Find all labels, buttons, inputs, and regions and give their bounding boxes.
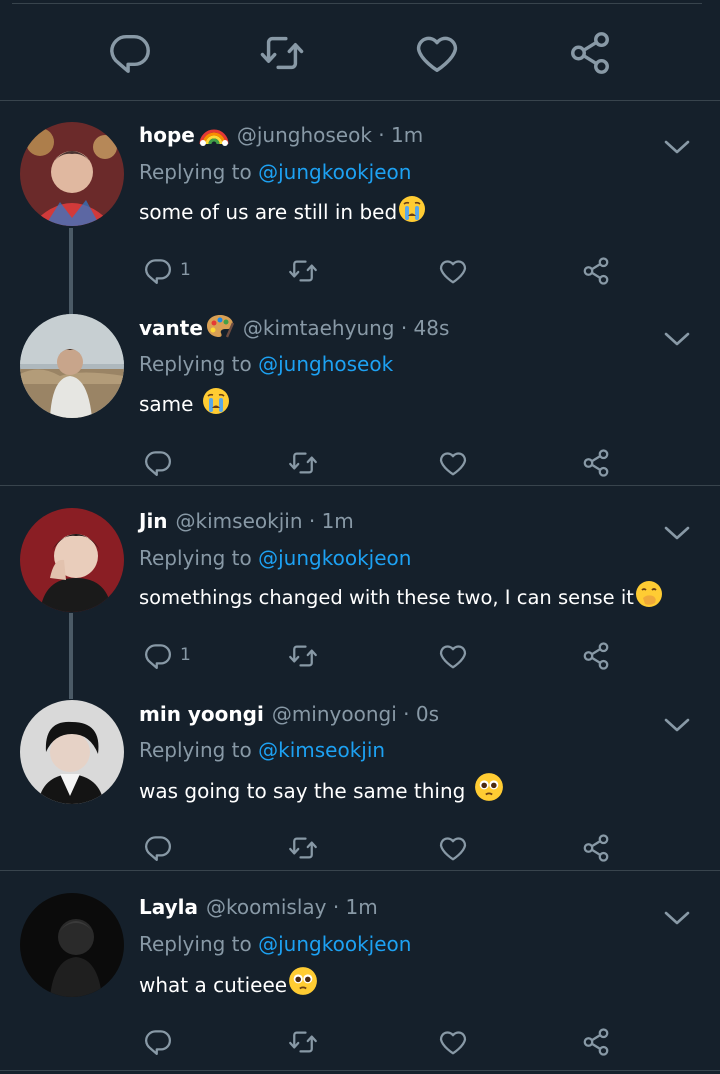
top-separator bbox=[12, 3, 702, 4]
separator bbox=[0, 1070, 720, 1071]
heart-icon[interactable] bbox=[438, 256, 468, 286]
crying-face-icon bbox=[398, 195, 426, 230]
share-icon[interactable] bbox=[567, 30, 613, 76]
hand-over-mouth-icon bbox=[635, 580, 663, 616]
replying-to: Replying to @kimseokjin bbox=[139, 736, 385, 764]
share-icon[interactable] bbox=[581, 448, 611, 478]
reply-count: 1 bbox=[180, 645, 191, 665]
retweet-icon[interactable] bbox=[288, 833, 318, 863]
heart-icon[interactable] bbox=[438, 641, 468, 671]
handle-time: @koomislay · 1m bbox=[206, 895, 378, 919]
chevron-down-icon[interactable] bbox=[662, 715, 692, 735]
thread-line bbox=[69, 613, 73, 699]
heart-icon[interactable] bbox=[438, 833, 468, 863]
replying-prefix: Replying to bbox=[139, 546, 259, 570]
handle-time: @kimseokjin · 1m bbox=[175, 509, 354, 533]
replying-prefix: Replying to bbox=[139, 932, 259, 956]
share-icon[interactable] bbox=[581, 833, 611, 863]
tweet-text-content: somethings changed with these two, I can… bbox=[139, 586, 634, 609]
tweet-text: same bbox=[139, 387, 230, 422]
tweet-text-content: same bbox=[139, 392, 200, 416]
reply-icon[interactable] bbox=[143, 641, 173, 671]
tweet-text: somethings changed with these two, I can… bbox=[139, 580, 663, 616]
mention-link[interactable]: @jungkookjeon bbox=[258, 932, 411, 956]
avatar[interactable] bbox=[20, 122, 124, 226]
chevron-down-icon[interactable] bbox=[662, 137, 692, 157]
retweet-icon[interactable] bbox=[288, 641, 318, 671]
handle-time: @minyoongi · 0s bbox=[271, 702, 439, 726]
tweet-text-content: some of us are still in bed bbox=[139, 200, 398, 224]
display-name[interactable]: hope bbox=[139, 123, 195, 147]
retweet-icon[interactable] bbox=[288, 256, 318, 286]
heart-icon[interactable] bbox=[438, 1027, 468, 1057]
share-icon[interactable] bbox=[581, 641, 611, 671]
retweet-icon[interactable] bbox=[259, 30, 305, 76]
palette-icon bbox=[205, 313, 235, 346]
replying-prefix: Replying to bbox=[139, 738, 259, 762]
heart-icon[interactable] bbox=[414, 30, 460, 76]
replying-to: Replying to @jungkookjeon bbox=[139, 544, 411, 572]
replying-to: Replying to @junghoseok bbox=[139, 350, 393, 378]
mention-link[interactable]: @junghoseok bbox=[258, 352, 393, 376]
pleading-face-icon bbox=[474, 772, 504, 809]
reply-icon[interactable] bbox=[143, 448, 173, 478]
reply-icon[interactable] bbox=[107, 30, 153, 76]
separator bbox=[0, 485, 720, 486]
tweet-text-content: what a cutieee bbox=[139, 973, 288, 997]
chevron-down-icon[interactable] bbox=[662, 329, 692, 349]
retweet-icon[interactable] bbox=[288, 1027, 318, 1057]
heart-icon[interactable] bbox=[438, 448, 468, 478]
display-name[interactable]: Jin bbox=[139, 509, 168, 533]
crying-face-icon bbox=[202, 387, 230, 422]
tweet-text: was going to say the same thing bbox=[139, 772, 504, 809]
mention-link[interactable]: @jungkookjeon bbox=[258, 546, 411, 570]
tweet-text: what a cutieee bbox=[139, 966, 318, 1003]
avatar[interactable] bbox=[20, 893, 124, 997]
pleading-face-icon bbox=[288, 966, 318, 1003]
thread-line bbox=[69, 228, 73, 314]
replying-prefix: Replying to bbox=[139, 160, 259, 184]
reply-icon[interactable] bbox=[143, 1027, 173, 1057]
avatar[interactable] bbox=[20, 700, 124, 804]
tweet-text-content: was going to say the same thing bbox=[139, 779, 472, 803]
tweet-text: some of us are still in bed bbox=[139, 195, 426, 230]
display-name[interactable]: min yoongi bbox=[139, 702, 264, 726]
rainbow-icon bbox=[199, 124, 229, 153]
chevron-down-icon[interactable] bbox=[662, 908, 692, 928]
replying-to: Replying to @jungkookjeon bbox=[139, 930, 411, 958]
replying-to: Replying to @jungkookjeon bbox=[139, 158, 411, 186]
mention-link[interactable]: @jungkookjeon bbox=[258, 160, 411, 184]
mention-link[interactable]: @kimseokjin bbox=[258, 738, 385, 762]
replying-prefix: Replying to bbox=[139, 352, 259, 376]
chevron-down-icon[interactable] bbox=[662, 523, 692, 543]
share-icon[interactable] bbox=[581, 1027, 611, 1057]
handle-time: @kimtaehyung · 48s bbox=[242, 316, 450, 340]
display-name[interactable]: vante bbox=[139, 316, 203, 340]
display-name[interactable]: Layla bbox=[139, 895, 198, 919]
handle-time: @junghoseok · 1m bbox=[236, 123, 424, 147]
reply-icon[interactable] bbox=[143, 256, 173, 286]
reply-count: 1 bbox=[180, 260, 191, 280]
separator bbox=[0, 100, 720, 101]
avatar[interactable] bbox=[20, 314, 124, 418]
avatar[interactable] bbox=[20, 508, 124, 612]
separator bbox=[0, 870, 720, 871]
share-icon[interactable] bbox=[581, 256, 611, 286]
reply-icon[interactable] bbox=[143, 833, 173, 863]
retweet-icon[interactable] bbox=[288, 448, 318, 478]
